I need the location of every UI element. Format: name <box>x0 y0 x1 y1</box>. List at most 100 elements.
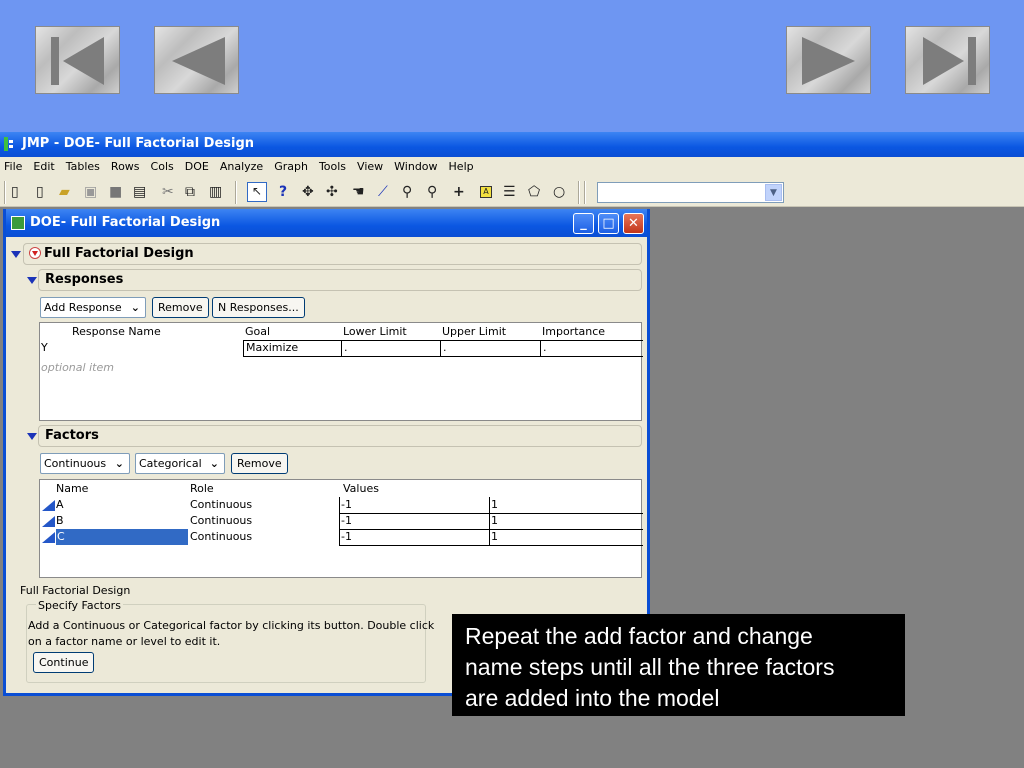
hand-tool-icon[interactable]: ☚ <box>352 184 365 200</box>
grid-line <box>540 340 541 357</box>
outline-title: Full Factorial Design <box>44 246 194 261</box>
toolbar-separator <box>584 181 586 204</box>
cut-icon[interactable]: ✂ <box>162 184 174 200</box>
menu-window[interactable]: Window <box>394 157 437 178</box>
menu-file[interactable]: File <box>4 157 22 178</box>
grid-line <box>339 497 340 546</box>
response-lower-limit-cell[interactable]: . <box>344 340 348 356</box>
maximize-icon: □ <box>602 216 615 231</box>
plus-tool-icon[interactable]: + <box>453 184 465 200</box>
menu-analyze[interactable]: Analyze <box>220 157 263 178</box>
factor-low-value-cell[interactable]: -1 <box>341 513 352 529</box>
chevron-down-icon: ⌄ <box>114 457 124 470</box>
forward-arrow-icon <box>802 37 855 85</box>
close-button[interactable]: ✕ <box>623 213 644 234</box>
disclosure-triangle-icon[interactable] <box>11 251 21 258</box>
responses-table: Response Name Goal Lower Limit Upper Lim… <box>39 322 643 421</box>
maximize-button[interactable]: □ <box>598 213 619 234</box>
first-slide-button[interactable] <box>35 26 120 94</box>
remove-response-button[interactable]: Remove <box>152 297 209 318</box>
arrow-tool-icon[interactable]: ↖ <box>247 182 267 202</box>
factor-high-value-cell[interactable]: 1 <box>491 497 498 513</box>
annotate-tool-icon[interactable]: A <box>480 186 492 198</box>
menu-edit[interactable]: Edit <box>33 157 54 178</box>
remove-factor-button[interactable]: Remove <box>231 453 288 474</box>
responses-header: Responses <box>38 269 642 291</box>
jmp-app-icon <box>4 137 13 151</box>
column-header: Response Name <box>72 325 161 338</box>
skip-to-end-icon <box>923 37 976 85</box>
paste-icon[interactable]: ▥ <box>209 184 222 200</box>
responses-disclosure-icon[interactable] <box>27 277 37 284</box>
grid-line <box>489 497 490 546</box>
previous-slide-button[interactable] <box>154 26 239 94</box>
factors-disclosure-icon[interactable] <box>27 433 37 440</box>
chevron-down-icon[interactable]: ▼ <box>765 184 782 201</box>
doe-window-title: DOE- Full Factorial Design <box>30 215 221 230</box>
last-slide-button[interactable] <box>905 26 990 94</box>
menu-rows[interactable]: Rows <box>111 157 140 178</box>
line-tool-icon[interactable]: ☰ <box>503 184 516 200</box>
instruction-callout: Repeat the add factor and change name st… <box>452 614 905 716</box>
magnifier-tool-icon[interactable]: ⚲ <box>427 184 437 200</box>
factor-high-value-cell[interactable]: 1 <box>491 529 498 545</box>
crosshair-tool-icon[interactable]: ✥ <box>302 184 314 200</box>
app-title: JMP - DOE- Full Factorial Design <box>22 136 255 151</box>
factor-name-cell-selected[interactable]: C <box>56 529 188 545</box>
categorical-label: Categorical <box>139 457 202 470</box>
toolbar-separator <box>578 181 580 204</box>
toolbar-separator <box>4 181 6 204</box>
instruction-text-line1: Add a Continuous or Categorical factor b… <box>28 619 435 632</box>
menu-graph[interactable]: Graph <box>274 157 308 178</box>
continuous-factor-icon <box>42 500 55 511</box>
lasso-tool-icon[interactable]: ⚲ <box>402 184 412 200</box>
response-name-cell[interactable]: Y <box>41 340 48 356</box>
circle-tool-icon[interactable]: ○ <box>553 184 565 200</box>
factor-high-value-cell[interactable]: 1 <box>491 513 498 529</box>
design-label: Full Factorial Design <box>20 584 131 597</box>
menu-doe[interactable]: DOE <box>185 157 209 178</box>
new-document-icon[interactable]: ▯ <box>11 184 19 200</box>
continuous-factor-icon <box>42 532 55 543</box>
save-icon[interactable]: ■ <box>109 184 122 200</box>
menu-tools[interactable]: Tools <box>319 157 346 178</box>
categorical-factor-dropdown[interactable]: Categorical ⌄ <box>135 453 225 474</box>
brush-tool-icon[interactable]: ⟋ <box>378 184 388 200</box>
open-folder-icon[interactable]: ▰ <box>59 184 70 200</box>
red-triangle-menu-icon[interactable] <box>29 247 41 259</box>
menu-cols[interactable]: Cols <box>151 157 174 178</box>
factor-low-value-cell[interactable]: -1 <box>341 529 352 545</box>
factor-name-cell[interactable]: A <box>56 497 64 513</box>
factors-header: Factors <box>38 425 642 447</box>
n-responses-button[interactable]: N Responses... <box>212 297 305 318</box>
move-tool-icon[interactable]: ✣ <box>326 184 338 200</box>
factor-low-value-cell[interactable]: -1 <box>341 497 352 513</box>
grid-line <box>339 545 643 546</box>
polygon-tool-icon[interactable]: ⬠ <box>528 184 540 200</box>
continuous-label: Continuous <box>44 457 107 470</box>
menu-help[interactable]: Help <box>449 157 474 178</box>
optional-item-hint: optional item <box>41 361 114 374</box>
copy-icon[interactable]: ⧉ <box>185 184 195 200</box>
add-response-dropdown[interactable]: Add Response ⌄ <box>40 297 146 318</box>
minimize-button[interactable]: _ <box>573 213 594 234</box>
menu-bar: File Edit Tables Rows Cols DOE Analyze G… <box>0 157 1024 178</box>
new-file-icon[interactable]: ▯ <box>36 184 44 200</box>
chevron-down-icon: ⌄ <box>209 457 219 470</box>
response-importance-cell[interactable]: . <box>543 340 547 356</box>
factor-role-cell: Continuous <box>190 498 253 511</box>
continue-button[interactable]: Continue <box>33 652 95 673</box>
minimize-icon: _ <box>580 216 587 231</box>
next-slide-button[interactable] <box>786 26 871 94</box>
print-icon[interactable]: ▤ <box>133 184 146 200</box>
column-header: Lower Limit <box>343 325 407 338</box>
table-select-combo[interactable]: ▼ <box>597 182 784 203</box>
close-file-icon[interactable]: ▣ <box>84 184 97 200</box>
response-upper-limit-cell[interactable]: . <box>443 340 447 356</box>
help-tool-icon[interactable]: ? <box>279 184 287 200</box>
menu-view[interactable]: View <box>357 157 383 178</box>
menu-tables[interactable]: Tables <box>66 157 100 178</box>
factor-name-cell[interactable]: B <box>56 513 64 529</box>
response-goal-cell[interactable]: Maximize <box>246 340 298 356</box>
continuous-factor-dropdown[interactable]: Continuous ⌄ <box>40 453 130 474</box>
